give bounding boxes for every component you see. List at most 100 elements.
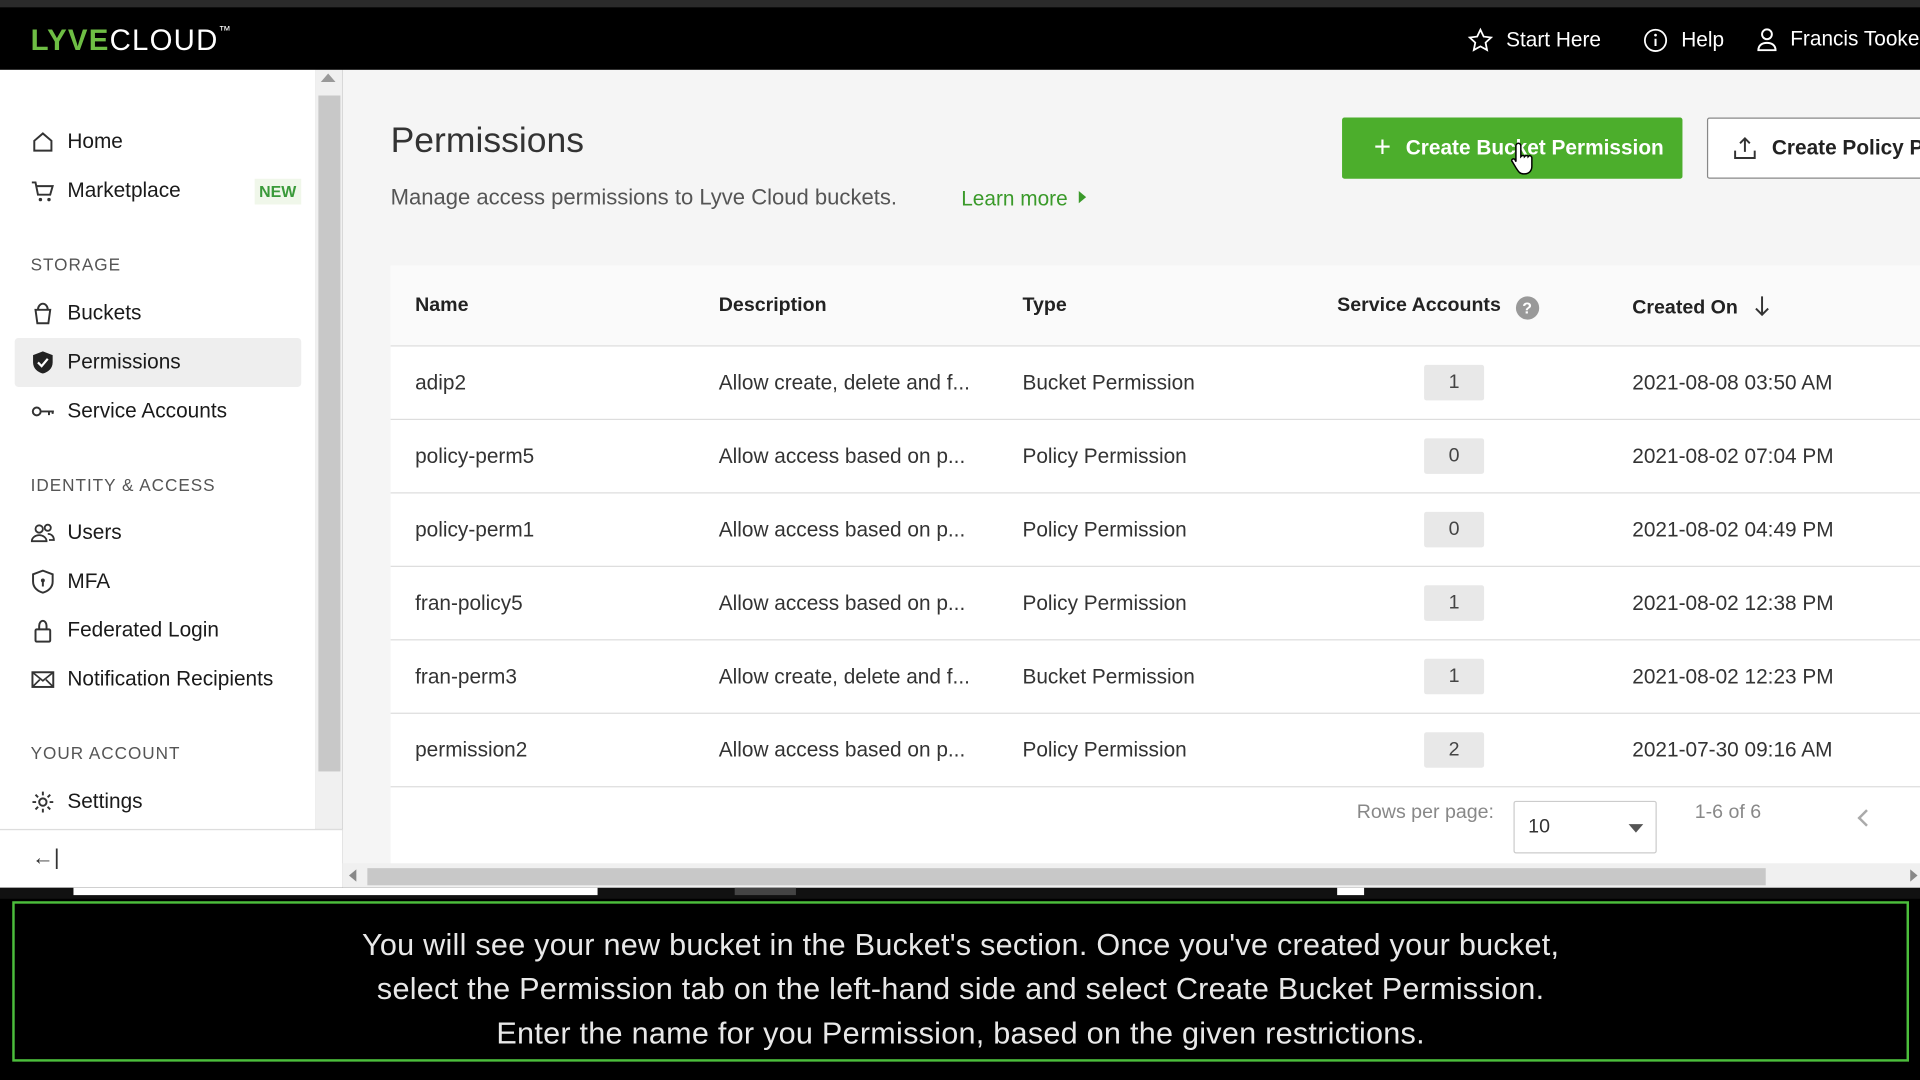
cell-created-on: 2021-08-08 03:50 AM bbox=[1632, 371, 1833, 395]
cell-created-on: 2021-08-02 07:04 PM bbox=[1632, 444, 1834, 468]
table-row[interactable]: fran-policy5 Allow access based on p... … bbox=[390, 567, 1920, 641]
upload-icon bbox=[1734, 136, 1756, 159]
cell-description: Allow access based on p... bbox=[718, 444, 966, 468]
cell-description: Allow access based on p... bbox=[718, 517, 966, 542]
cell-type: Policy Permission bbox=[1022, 517, 1187, 542]
service-account-count: 1 bbox=[1424, 585, 1485, 621]
caption-line: Enter the name for you Permission, based… bbox=[496, 1016, 1425, 1051]
sidebar-item-home[interactable]: Home bbox=[15, 118, 302, 167]
cart-icon bbox=[31, 181, 54, 202]
cell-type: Bucket Permission bbox=[1022, 664, 1195, 689]
service-account-count: 0 bbox=[1424, 511, 1485, 548]
cell-created-on: 2021-08-02 04:49 PM bbox=[1632, 517, 1834, 542]
collapse-sidebar-button[interactable]: ←| bbox=[0, 828, 343, 888]
col-service-accounts-label: Service Accounts bbox=[1337, 295, 1501, 316]
shield-icon bbox=[32, 569, 54, 594]
horizontal-scrollbar-thumb[interactable] bbox=[367, 868, 1766, 886]
table-row[interactable]: policy-perm1 Allow access based on p... … bbox=[390, 493, 1920, 567]
sidebar-item-label: Service Accounts bbox=[67, 399, 228, 423]
caret-right-icon bbox=[1078, 191, 1087, 204]
caption-line: You will see your new bucket in the Buck… bbox=[361, 928, 1560, 963]
service-account-count: 0 bbox=[1424, 438, 1485, 474]
service-account-count: 1 bbox=[1424, 658, 1485, 695]
tutorial-caption: You will see your new bucket in the Buck… bbox=[12, 901, 1909, 1062]
section-identity-access: IDENTITY & ACCESS bbox=[30, 475, 216, 495]
cell-created-on: 2021-08-02 12:23 PM bbox=[1632, 664, 1834, 689]
cell-name: policy-perm5 bbox=[415, 444, 535, 468]
info-icon bbox=[1643, 28, 1668, 52]
help-label: Help bbox=[1681, 28, 1725, 52]
sidebar-item-buckets[interactable]: Buckets bbox=[15, 289, 302, 338]
table-row[interactable]: fran-perm3 Allow create, delete and f...… bbox=[390, 640, 1920, 714]
help-link[interactable]: Help bbox=[1642, 27, 1724, 54]
table-header: Name Description Type Service Accounts? … bbox=[390, 265, 1920, 347]
cell-description: Allow create, delete and f... bbox=[718, 664, 970, 689]
sidebar-scrollbar-thumb[interactable] bbox=[318, 95, 341, 772]
cell-created-on: 2021-07-30 09:16 AM bbox=[1632, 738, 1833, 762]
section-storage: STORAGE bbox=[30, 254, 121, 275]
sidebar-item-users[interactable]: Users bbox=[15, 508, 302, 557]
question-icon[interactable]: ? bbox=[1515, 296, 1539, 320]
col-type[interactable]: Type bbox=[1022, 295, 1066, 317]
sidebar-item-federated-login[interactable]: Federated Login bbox=[15, 606, 302, 655]
start-here-label: Start Here bbox=[1506, 28, 1602, 52]
rows-per-page-value: 10 bbox=[1528, 816, 1550, 838]
sidebar-item-service-accounts[interactable]: Service Accounts bbox=[15, 387, 302, 436]
cell-type: Policy Permission bbox=[1022, 444, 1187, 468]
mail-icon bbox=[31, 671, 55, 688]
col-created-on[interactable]: Created On bbox=[1632, 295, 1770, 319]
sidebar-item-marketplace[interactable]: Marketplace NEW bbox=[15, 167, 302, 216]
col-service-accounts[interactable]: Service Accounts? bbox=[1337, 295, 1539, 320]
create-policy-permission-button[interactable]: Create Policy Permission bbox=[1706, 117, 1920, 179]
new-badge: NEW bbox=[254, 178, 302, 204]
permissions-table: Name Description Type Service Accounts? … bbox=[390, 265, 1920, 888]
shield-check-icon bbox=[33, 351, 53, 374]
top-bar: LYVECLOUD™ Start Here Help Francis Tooke bbox=[0, 0, 1920, 70]
previous-page-icon[interactable] bbox=[1857, 809, 1875, 827]
video-strip bbox=[0, 887, 1920, 899]
page-title: Permissions bbox=[390, 121, 585, 161]
cell-created-on: 2021-08-02 12:38 PM bbox=[1632, 591, 1834, 615]
create-policy-permission-label: Create Policy Permission bbox=[1771, 135, 1920, 160]
strip-segment bbox=[734, 887, 796, 896]
key-icon bbox=[31, 406, 54, 417]
bucket-icon bbox=[34, 302, 52, 325]
pagination-range: 1-6 of 6 bbox=[1694, 802, 1762, 823]
cell-description: Allow access based on p... bbox=[718, 591, 966, 615]
cell-description: Allow create, delete and f... bbox=[718, 371, 970, 395]
user-menu[interactable]: Francis Tooke bbox=[1756, 26, 1920, 52]
sidebar-item-mfa[interactable]: MFA bbox=[15, 557, 302, 606]
app-window: LYVECLOUD™ Start Here Help Francis Tooke… bbox=[0, 0, 1920, 1080]
sort-down-arrow-icon bbox=[1754, 296, 1769, 317]
cell-description: Allow access based on p... bbox=[718, 738, 966, 762]
start-here-link[interactable]: Start Here bbox=[1467, 27, 1601, 54]
gear-icon bbox=[32, 791, 54, 813]
cell-type: Policy Permission bbox=[1022, 591, 1187, 615]
sidebar-item-settings[interactable]: Settings bbox=[15, 778, 302, 827]
scroll-up-arrow-icon[interactable] bbox=[320, 73, 336, 83]
sidebar-item-notification-recipients[interactable]: Notification Recipients bbox=[15, 655, 302, 704]
caption-line: select the Permission tab on the left-ha… bbox=[376, 972, 1545, 1007]
user-name: Francis Tooke bbox=[1790, 26, 1920, 51]
sidebar-item-permissions[interactable]: Permissions bbox=[14, 337, 302, 387]
sidebar-item-label: Settings bbox=[67, 789, 143, 814]
lyve-cloud-logo[interactable]: LYVECLOUD™ bbox=[31, 24, 232, 58]
cell-name: fran-perm3 bbox=[415, 664, 517, 689]
service-account-count: 1 bbox=[1424, 364, 1485, 401]
learn-more-link[interactable]: Learn more bbox=[961, 187, 1067, 211]
col-name[interactable]: Name bbox=[415, 295, 468, 317]
scroll-left-arrow-icon[interactable] bbox=[348, 869, 357, 882]
sidebar-item-label: Notification Recipients bbox=[67, 667, 274, 691]
table-row[interactable]: permission2 Allow access based on p... P… bbox=[390, 714, 1920, 788]
table-row[interactable]: adip2 Allow create, delete and f... Buck… bbox=[390, 347, 1920, 421]
sidebar-item-label: Buckets bbox=[67, 301, 142, 325]
cell-type: Policy Permission bbox=[1022, 738, 1187, 762]
cell-name: fran-policy5 bbox=[415, 591, 523, 615]
col-description[interactable]: Description bbox=[719, 295, 827, 317]
scroll-right-arrow-icon[interactable] bbox=[1910, 869, 1918, 882]
star-icon bbox=[1467, 27, 1494, 52]
rows-per-page-select[interactable]: 10 bbox=[1513, 800, 1657, 854]
table-row[interactable]: policy-perm5 Allow access based on p... … bbox=[390, 420, 1920, 494]
user-icon bbox=[1757, 28, 1777, 52]
home-icon bbox=[33, 132, 53, 152]
